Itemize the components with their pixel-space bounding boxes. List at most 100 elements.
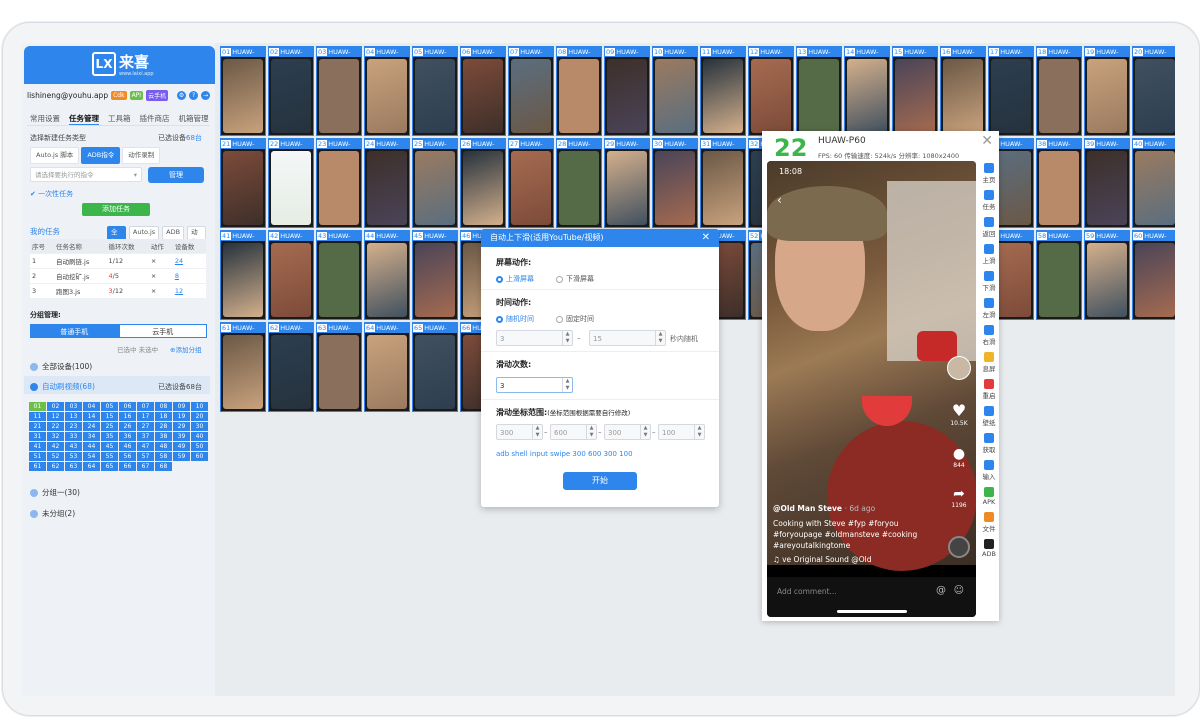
- avatar[interactable]: [947, 356, 971, 382]
- help-icon[interactable]: ?: [189, 90, 199, 100]
- device-number-chip[interactable]: 50: [191, 442, 208, 451]
- music-disc[interactable]: [947, 536, 971, 560]
- device-number-chip[interactable]: 07: [137, 402, 154, 411]
- tool-apk-button[interactable]: APK: [979, 487, 999, 506]
- settings-icon[interactable]: ⚙: [177, 90, 187, 100]
- device-number-chip[interactable]: 17: [137, 412, 154, 421]
- device-number-chip[interactable]: 32: [47, 432, 64, 441]
- device-number-chip[interactable]: 47: [137, 442, 154, 451]
- device-number-chip[interactable]: 36: [119, 432, 136, 441]
- device-number-chip[interactable]: 37: [137, 432, 154, 441]
- device-number-chip[interactable]: 61: [29, 462, 46, 471]
- device-tile[interactable]: 24 HUAW-: [364, 138, 410, 228]
- radio-swipe-down[interactable]: 下滑屏幕: [556, 274, 594, 284]
- device-tile[interactable]: 58 HUAW-: [1036, 230, 1082, 320]
- tab-plugin-store[interactable]: 插件商店: [140, 113, 170, 125]
- tab-common-settings[interactable]: 常用设置: [30, 113, 60, 125]
- stepper-icon[interactable]: ▲ ▼: [640, 425, 650, 439]
- device-tile[interactable]: 45 HUAW-: [412, 230, 458, 320]
- device-tile[interactable]: 63 HUAW-: [316, 322, 362, 412]
- stepper-icon[interactable]: ▲ ▼: [694, 425, 704, 439]
- tool-swipe-right-button[interactable]: 右滑: [979, 325, 999, 346]
- device-tile[interactable]: 13 HUAW-: [796, 46, 842, 136]
- device-tile[interactable]: 10 HUAW-: [652, 46, 698, 136]
- device-tile[interactable]: 03 HUAW-: [316, 46, 362, 136]
- delete-icon[interactable]: ×: [148, 283, 173, 298]
- cloud-phone-badge[interactable]: 云手机: [146, 89, 169, 101]
- device-number-chip[interactable]: 27: [137, 422, 154, 431]
- device-tile[interactable]: 26 HUAW-: [460, 138, 506, 228]
- device-tile[interactable]: 62 HUAW-: [268, 322, 314, 412]
- device-tile[interactable]: 18 HUAW-: [1036, 46, 1082, 136]
- device-number-chip[interactable]: 67: [137, 462, 154, 471]
- device-number-chip[interactable]: 06: [119, 402, 136, 411]
- stepper-icon[interactable]: ▲ ▼: [562, 331, 572, 345]
- device-number-chip[interactable]: 01: [29, 402, 46, 411]
- device-number-chip[interactable]: 13: [65, 412, 82, 421]
- back-arrow-icon[interactable]: ‹: [777, 193, 782, 207]
- tab-chassis-manage[interactable]: 机箱管理: [179, 113, 209, 125]
- device-number-chip[interactable]: 04: [83, 402, 100, 411]
- device-tile[interactable]: 44 HUAW-: [364, 230, 410, 320]
- device-tile[interactable]: 28 HUAW-: [556, 138, 602, 228]
- group-one[interactable]: 分组一(30): [30, 487, 80, 498]
- like-button[interactable]: ♥ 10.5K: [947, 401, 971, 427]
- device-tile[interactable]: 22 HUAW-: [268, 138, 314, 228]
- device-number-chip[interactable]: 44: [83, 442, 100, 451]
- device-number-chip[interactable]: 59: [173, 452, 190, 461]
- table-row[interactable]: 1 自动刷链.js 1/12 × 24: [30, 253, 206, 269]
- stepper-icon[interactable]: ▲ ▼: [586, 425, 596, 439]
- device-tile[interactable]: 41 HUAW-: [220, 230, 266, 320]
- tool-restart-button[interactable]: 重启: [979, 379, 999, 400]
- device-tile[interactable]: 01 HUAW-: [220, 46, 266, 136]
- device-tile[interactable]: 40 HUAW-: [1132, 138, 1175, 228]
- device-number-chip[interactable]: 28: [155, 422, 172, 431]
- tool-swipe-left-button[interactable]: 左滑: [979, 298, 999, 319]
- tool-screen-off-button[interactable]: 息屏: [979, 352, 999, 373]
- device-number-chip[interactable]: 54: [83, 452, 100, 461]
- tool-task-button[interactable]: 任务: [979, 190, 999, 211]
- type-autojs[interactable]: Auto.js 脚本: [30, 147, 80, 164]
- device-tile[interactable]: 11 HUAW-: [700, 46, 746, 136]
- device-number-chip[interactable]: 08: [155, 402, 172, 411]
- mention-icon[interactable]: @: [936, 585, 946, 596]
- device-number-chip[interactable]: 14: [83, 412, 100, 421]
- device-tile[interactable]: 02 HUAW-: [268, 46, 314, 136]
- stepper-icon[interactable]: ▲ ▼: [655, 331, 665, 345]
- device-tile[interactable]: 08 HUAW-: [556, 46, 602, 136]
- cell-devices[interactable]: 8: [172, 268, 206, 284]
- device-tile[interactable]: 29 HUAW-: [604, 138, 650, 228]
- device-number-chip[interactable]: 68: [155, 462, 172, 471]
- device-number-chip[interactable]: 21: [29, 422, 46, 431]
- device-tile[interactable]: 31 HUAW-: [700, 138, 746, 228]
- time-to-input[interactable]: 15 ▲ ▼: [589, 330, 666, 346]
- device-tile[interactable]: 16 HUAW-: [940, 46, 986, 136]
- device-number-chip[interactable]: 24: [83, 422, 100, 431]
- device-number-chip[interactable]: 20: [191, 412, 208, 421]
- stepper-icon[interactable]: ▲ ▼: [532, 425, 542, 439]
- table-row[interactable]: 3 跑图3.js 3/12 × 12: [30, 283, 206, 298]
- device-number-chip[interactable]: 10: [191, 402, 208, 411]
- device-number-chip[interactable]: 64: [83, 462, 100, 471]
- tool-swipe-up-button[interactable]: 上滑: [979, 244, 999, 265]
- device-tile[interactable]: 12 HUAW-: [748, 46, 794, 136]
- manage-button[interactable]: 管理: [148, 167, 204, 183]
- device-number-chip[interactable]: 12: [47, 412, 64, 421]
- device-number-chip[interactable]: 53: [65, 452, 82, 461]
- device-number-chip[interactable]: 51: [29, 452, 46, 461]
- device-number-chip[interactable]: 31: [29, 432, 46, 441]
- device-number-chip[interactable]: 11: [29, 412, 46, 421]
- device-number-chip[interactable]: 42: [47, 442, 64, 451]
- device-tile[interactable]: 25 HUAW-: [412, 138, 458, 228]
- tool-fetch-button[interactable]: 获取: [979, 433, 999, 454]
- device-tile[interactable]: 59 HUAW-: [1084, 230, 1130, 320]
- device-tile[interactable]: 30 HUAW-: [652, 138, 698, 228]
- delete-icon[interactable]: ×: [148, 268, 173, 284]
- cell-devices[interactable]: 24: [172, 253, 206, 269]
- device-number-chip[interactable]: 41: [29, 442, 46, 451]
- device-number-chip[interactable]: 26: [119, 422, 136, 431]
- device-number-chip[interactable]: 62: [47, 462, 64, 471]
- radio-random-time[interactable]: 随机时间: [496, 314, 534, 324]
- tool-swipe-down-button[interactable]: 下滑: [979, 271, 999, 292]
- device-tile[interactable]: 21 HUAW-: [220, 138, 266, 228]
